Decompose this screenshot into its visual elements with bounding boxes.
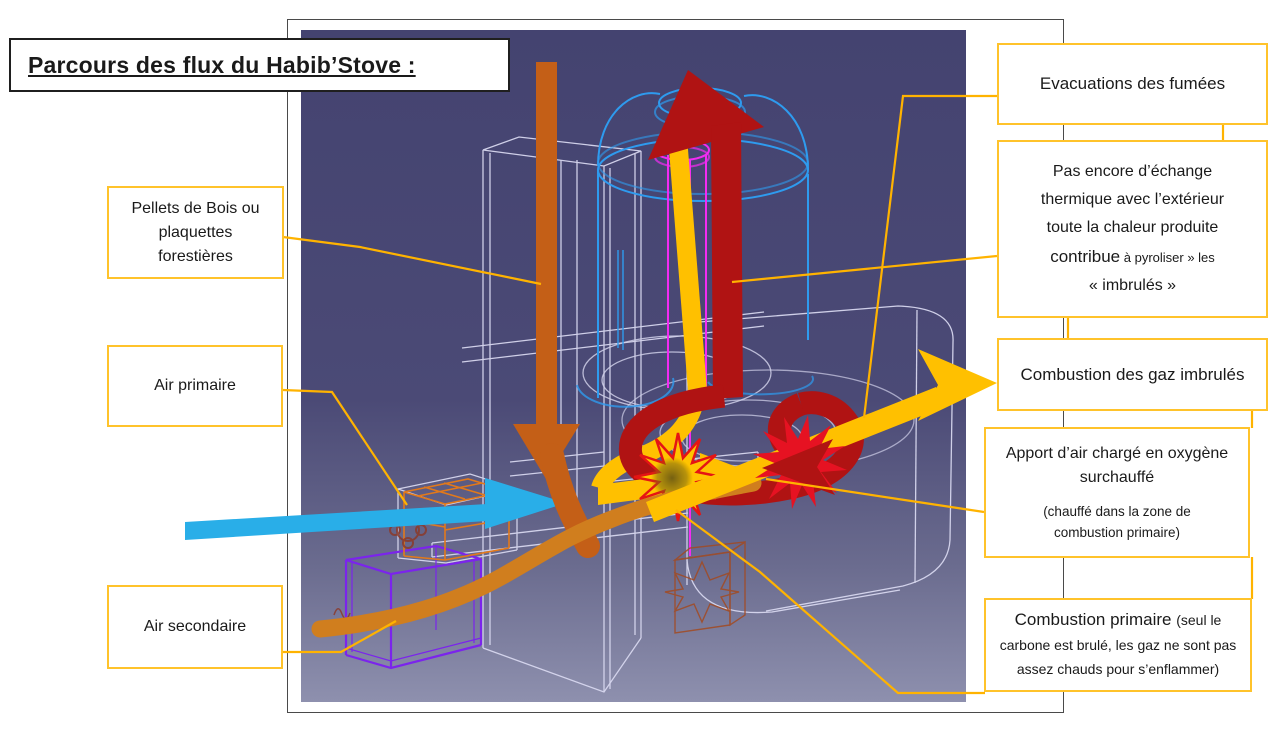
callout-pellets-line: Pellets de Bois ou (131, 197, 259, 221)
callout-air-secondaire: Air secondaire (107, 585, 283, 669)
cad-render-background (301, 30, 966, 702)
combustion-primaire-text: Combustion primaire (seul le carbone est… (994, 607, 1242, 683)
apport-air-title: Apport d’air chargé en oxygène surchauff… (986, 442, 1248, 490)
combustion-gaz-label: Combustion des gaz imbrulés (1021, 362, 1245, 388)
diagram-title: Parcours des flux du Habib’Stove : (9, 38, 510, 92)
pas-encore-line2: thermique avec l’extérieur (1041, 186, 1224, 214)
callout-combustion-gaz: Combustion des gaz imbrulés (997, 338, 1268, 411)
pas-encore-line1: Pas encore d’échange (1053, 158, 1212, 186)
callout-air-primaire: Air primaire (107, 345, 283, 427)
callout-evacuations-fumees: Evacuations des fumées (997, 43, 1268, 125)
callout-pellets: Pellets de Bois ou plaquettes forestière… (107, 186, 284, 279)
pas-encore-line4-small: à pyroliser » les (1120, 250, 1215, 265)
combustion-primaire-big: Combustion primaire (1015, 610, 1177, 629)
callout-air-primaire-label: Air primaire (154, 374, 236, 398)
callout-pellets-line: plaquettes (159, 221, 233, 245)
pas-encore-line3: toute la chaleur produite (1047, 214, 1219, 242)
diagram-title-text: Parcours des flux du Habib’Stove : (28, 52, 416, 79)
pas-encore-line4-big: contribue (1050, 247, 1120, 266)
pas-encore-line4: contribue à pyroliser » les (1050, 242, 1215, 272)
callout-air-secondaire-label: Air secondaire (144, 615, 246, 639)
callout-pas-encore-echange: Pas encore d’échange thermique avec l’ex… (997, 140, 1268, 318)
callout-combustion-primaire: Combustion primaire (seul le carbone est… (984, 598, 1252, 692)
callout-apport-air: Apport d’air chargé en oxygène surchauff… (984, 427, 1250, 558)
callout-evacuations-label: Evacuations des fumées (1040, 71, 1225, 97)
callout-pellets-line: forestières (158, 245, 233, 269)
apport-air-note: (chauffé dans la zone de combustion prim… (986, 502, 1248, 543)
pas-encore-line5: « imbrulés » (1089, 272, 1176, 300)
